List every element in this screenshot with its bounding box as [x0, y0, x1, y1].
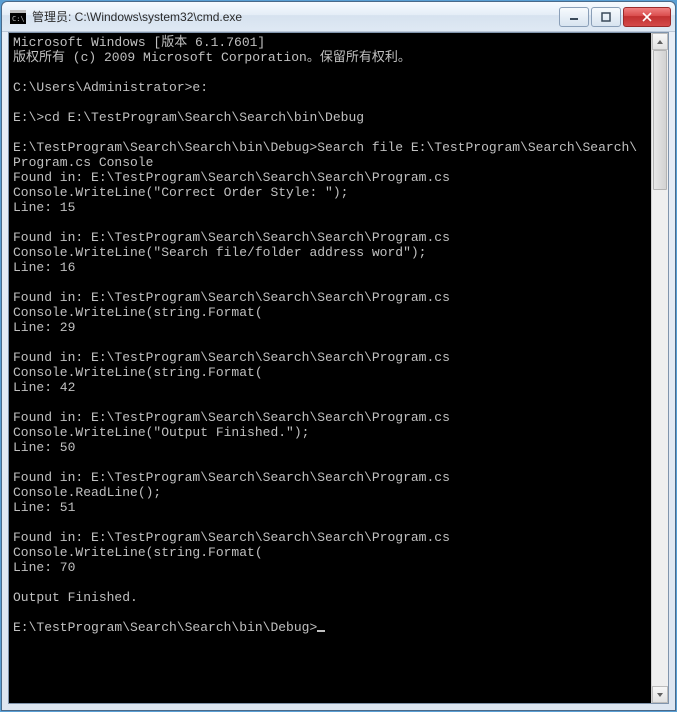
- scroll-thumb[interactable]: [653, 50, 667, 190]
- cmd-window: C:\ 管理员: C:\Windows\system32\cmd.exe Mic…: [1, 1, 676, 711]
- console-output[interactable]: Microsoft Windows [版本 6.1.7601] 版权所有 (c)…: [9, 33, 651, 703]
- maximize-button[interactable]: [591, 7, 621, 27]
- svg-text:C:\: C:\: [12, 15, 25, 23]
- client-area: Microsoft Windows [版本 6.1.7601] 版权所有 (c)…: [8, 32, 669, 704]
- window-title: 管理员: C:\Windows\system32\cmd.exe: [32, 8, 557, 25]
- scroll-up-button[interactable]: [652, 33, 668, 50]
- window-controls: [557, 7, 671, 27]
- titlebar[interactable]: C:\ 管理员: C:\Windows\system32\cmd.exe: [2, 2, 675, 32]
- cursor: [317, 630, 325, 632]
- scroll-track[interactable]: [652, 50, 668, 686]
- scroll-down-button[interactable]: [652, 686, 668, 703]
- close-button[interactable]: [623, 7, 671, 27]
- minimize-button[interactable]: [559, 7, 589, 27]
- scrollbar[interactable]: [651, 33, 668, 703]
- cmd-icon: C:\: [10, 9, 26, 25]
